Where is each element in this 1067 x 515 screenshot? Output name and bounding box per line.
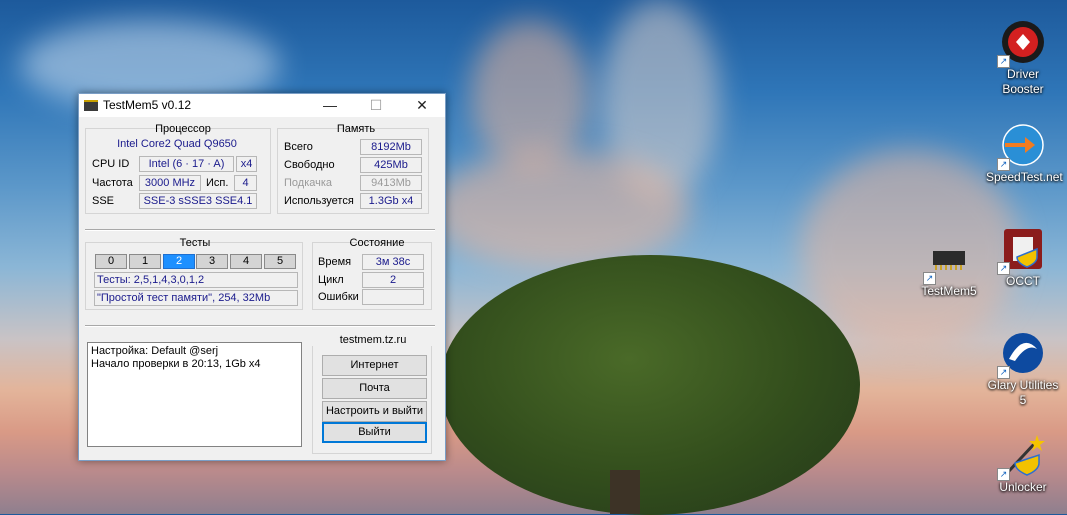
memory-title: Память (336, 123, 376, 135)
used-cores-value: 4 (234, 175, 257, 191)
desktop-icon-glary-utilities[interactable]: ↗ Glary Utilities 5 (986, 331, 1060, 408)
frequency-value: 3000 MHz (139, 175, 201, 191)
memory-free-label: Свободно (284, 159, 335, 171)
current-test: "Простой тест памяти", 254, 32Mb (94, 290, 298, 306)
maximize-button[interactable]: ☐ (353, 94, 399, 117)
desktop-icon-testmem5[interactable]: ↗ TestMem5 (912, 237, 986, 299)
memory-free-value: 425Mb (360, 157, 422, 173)
icon-label: Driver (1007, 67, 1039, 81)
test-tab-3[interactable]: 3 (196, 254, 228, 269)
glary-utilities-icon: ↗ (997, 331, 1045, 379)
minimize-button[interactable]: — (307, 94, 353, 117)
mail-button[interactable]: Почта (322, 378, 427, 399)
tree-trunk (610, 470, 640, 514)
separator (85, 325, 435, 327)
log-line: Настройка: Default @serj (91, 345, 219, 357)
log-line: Начало проверки в 20:13, 1Gb x4 (91, 358, 261, 370)
icon-label: Unlocker (999, 480, 1047, 494)
close-button[interactable]: ✕ (399, 94, 445, 117)
cpuid-threads: x4 (236, 156, 257, 172)
tests-title: Тесты (179, 237, 211, 249)
internet-button[interactable]: Интернет (322, 355, 427, 376)
memory-total-label: Всего (284, 141, 313, 153)
exit-button[interactable]: Выйти (322, 422, 427, 443)
cpuid-label: CPU ID (92, 158, 130, 170)
test-sequence: Тесты: 2,5,1,4,3,0,1,2 (94, 272, 298, 288)
testmem5-window: TestMem5 v0.12 — ☐ ✕ Процессор Intel Cor… (78, 93, 446, 461)
time-label: Время (318, 256, 352, 268)
memory-used-value: 1.3Gb x4 (360, 193, 422, 209)
icon-label: SpeedTest.net (986, 170, 1063, 184)
cpuid-value: Intel (6 · 17 · A) (139, 156, 234, 172)
memory-swap-value: 9413Mb (360, 175, 422, 191)
driver-booster-icon: ↗ (997, 20, 1045, 68)
window-title: TestMem5 v0.12 (103, 98, 192, 112)
test-tab-2[interactable]: 2 (163, 254, 195, 269)
icon-label: Booster (1002, 82, 1044, 96)
app-chip-icon (84, 100, 98, 111)
magic-wand-icon: ↗ (997, 433, 1045, 481)
speedtest-globe-icon: ↗ (997, 123, 1045, 171)
time-value: 3м 38с (362, 254, 424, 270)
cpu-name: Intel Core2 Quad Q9650 (117, 138, 237, 150)
used-cores-label: Исп. (206, 177, 229, 189)
desktop-icon-occt[interactable]: ↗ OCCT (986, 227, 1060, 289)
memory-total-value: 8192Mb (360, 139, 422, 155)
title-bar[interactable]: TestMem5 v0.12 — ☐ ✕ (79, 94, 445, 117)
desktop-icon-unlocker[interactable]: ↗ Unlocker (986, 433, 1060, 495)
log-box[interactable]: Настройка: Default @serj Начало проверки… (87, 342, 302, 447)
separator (85, 229, 435, 231)
desktop-icon-driver-booster[interactable]: ↗ Driver Booster (986, 20, 1060, 97)
memory-used-label: Используется (284, 195, 354, 207)
sse-label: SSE (92, 195, 115, 207)
desktop-icon-speedtest[interactable]: ↗ SpeedTest.net (986, 123, 1063, 185)
test-tab-5[interactable]: 5 (264, 254, 296, 269)
site-title: testmem.tz.ru (312, 334, 434, 346)
errors-label: Ошибки (318, 291, 359, 303)
errors-value (362, 289, 424, 305)
configure-exit-button[interactable]: Настроить и выйти (322, 401, 427, 422)
state-title: Состояние (349, 237, 405, 249)
cloud (470, 20, 590, 170)
test-tab-4[interactable]: 4 (230, 254, 262, 269)
memory-swap-label: Подкачка (284, 177, 333, 189)
test-tab-1[interactable]: 1 (129, 254, 161, 269)
frequency-label: Частота (92, 177, 133, 189)
icon-label: OCCT (1006, 274, 1040, 288)
test-tab-0[interactable]: 0 (95, 254, 127, 269)
cycle-label: Цикл (318, 274, 344, 286)
cloud (430, 150, 690, 270)
icon-label: Glary Utilities (987, 378, 1059, 392)
memory-chip-icon: ↗ (923, 237, 971, 285)
occt-icon: ↗ (997, 227, 1045, 275)
icon-label: 5 (1019, 393, 1027, 407)
icon-label: TestMem5 (921, 284, 977, 298)
sse-value: SSE-3 sSSE3 SSE4.1 (139, 193, 257, 209)
tree-canopy (440, 255, 860, 515)
cycle-value: 2 (362, 272, 424, 288)
processor-title: Процессор (155, 123, 211, 135)
